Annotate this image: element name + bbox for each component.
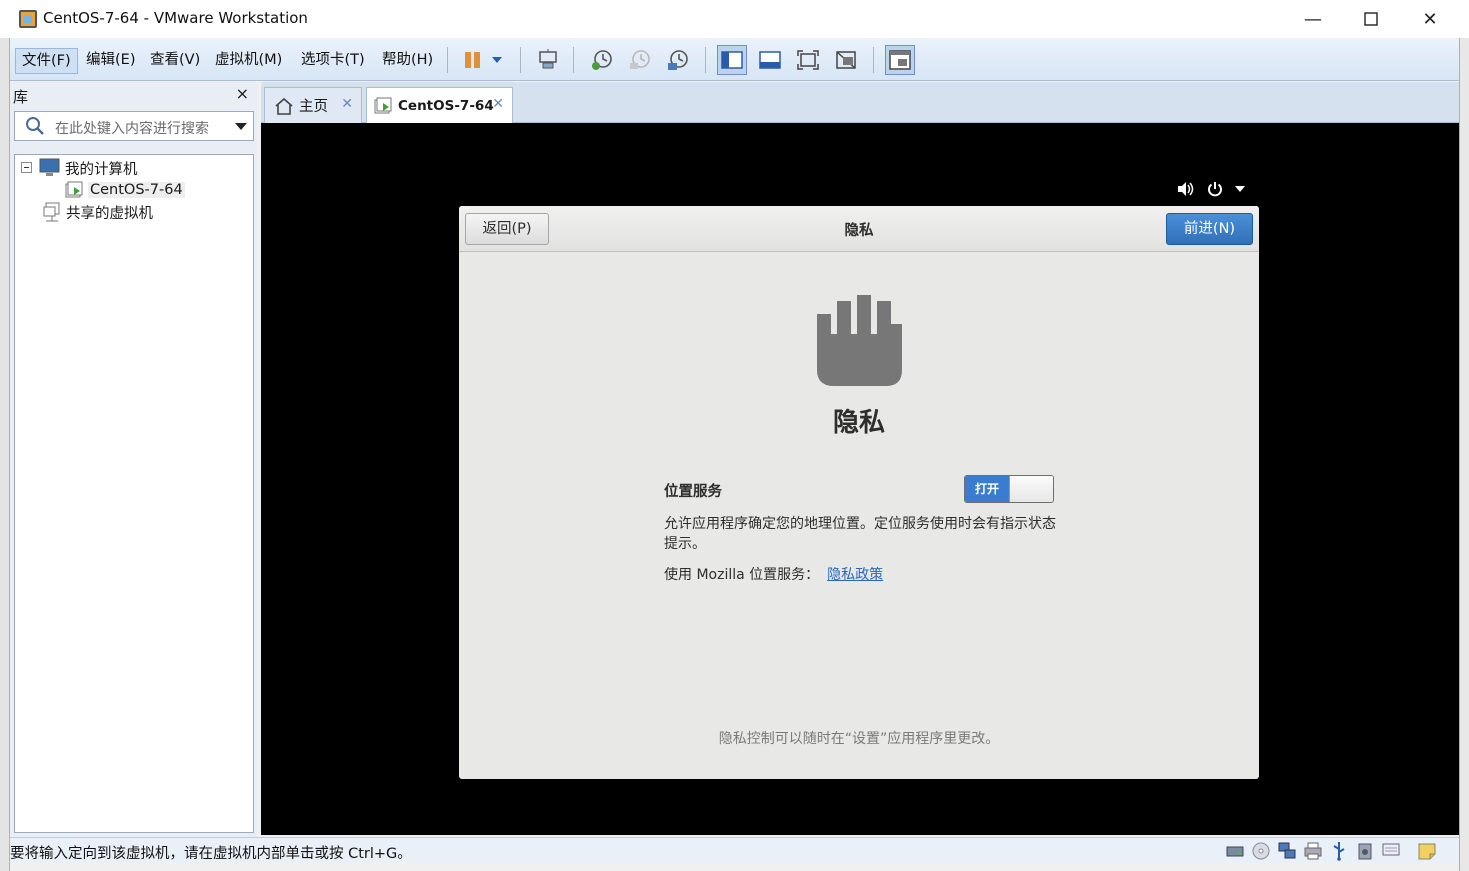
- tab-home[interactable]: 主页 ✕: [264, 87, 362, 123]
- tab-vm-close-icon[interactable]: ✕: [492, 96, 504, 112]
- toolbar-separator: [447, 47, 448, 73]
- menu-edit[interactable]: 编辑(E): [80, 48, 141, 74]
- left-window-edge: [0, 38, 10, 871]
- close-window-button[interactable]: ✕: [1401, 0, 1459, 38]
- toolbar-separator: [520, 47, 521, 73]
- console-view-icon[interactable]: [885, 45, 915, 75]
- menu-toolbar: 文件(F) 编辑(E) 查看(V) 虚拟机(M) 选项卡(T) 帮助(H): [10, 39, 1459, 81]
- mozilla-service-text: 使用 Mozilla 位置服务：: [664, 567, 820, 583]
- display-icon[interactable]: [1381, 841, 1401, 861]
- menu-help[interactable]: 帮助(H): [376, 48, 439, 74]
- sound-card-icon[interactable]: [1355, 841, 1375, 861]
- library-close-button[interactable]: ×: [236, 84, 249, 103]
- hard-disk-icon[interactable]: [1225, 841, 1245, 861]
- search-dropdown-icon[interactable]: [235, 123, 247, 131]
- system-menu-arrow-icon[interactable]: [1235, 186, 1245, 192]
- library-search-input[interactable]: 在此处键入内容进行搜索: [14, 111, 254, 141]
- menu-file[interactable]: 文件(F): [15, 48, 78, 74]
- minimize-button[interactable]: —: [1284, 0, 1342, 38]
- tree-item-my-computer[interactable]: 我的计算机: [21, 157, 138, 179]
- printer-icon[interactable]: [1303, 841, 1323, 861]
- computer-icon: [39, 158, 60, 176]
- location-services-switch[interactable]: 打开: [964, 475, 1054, 503]
- mozilla-service-line: 使用 Mozilla 位置服务： 隐私政策: [664, 564, 883, 584]
- toolbar-separator: [573, 47, 574, 73]
- status-message: 要将输入定向到该虚拟机，请在虚拟机内部单击或按 Ctrl+G。: [10, 846, 412, 862]
- collapse-icon[interactable]: [21, 162, 33, 174]
- toolbar-separator: [705, 47, 706, 73]
- unity-icon[interactable]: [831, 45, 861, 75]
- dialog-header: 返回(P) 隐私 前进(N): [459, 206, 1259, 252]
- home-icon: [275, 97, 293, 115]
- power-icon[interactable]: [1207, 181, 1223, 197]
- status-bar: 要将输入定向到该虚拟机，请在虚拟机内部单击或按 Ctrl+G。: [10, 837, 1459, 863]
- location-description: 允许应用程序确定您的地理位置。定位服务使用时会有指示状态提示。: [664, 516, 1056, 552]
- menu-tabs[interactable]: 选项卡(T): [295, 48, 371, 74]
- tab-strip: 主页 ✕ CentOS-7-64 ✕: [261, 82, 1459, 123]
- shared-vms-icon: [43, 202, 60, 222]
- network-adapter-icon[interactable]: [1277, 841, 1297, 861]
- cd-dvd-icon[interactable]: [1251, 841, 1271, 861]
- page-title: 隐私: [832, 408, 885, 438]
- dropdown-arrow-icon[interactable]: [487, 45, 507, 75]
- vm-running-icon: [65, 181, 83, 198]
- right-window-edge: [1459, 38, 1469, 871]
- library-tree: 我的计算机 CentOS-7-64 共享的虚拟机: [14, 154, 254, 833]
- privacy-policy-link[interactable]: 隐私政策: [827, 567, 883, 583]
- privacy-hand-icon: [817, 295, 902, 386]
- tree-item-shared-vms[interactable]: 共享的虚拟机: [43, 201, 153, 223]
- usb-icon[interactable]: [1329, 841, 1349, 861]
- maximize-icon: [1364, 12, 1378, 26]
- switch-on-label: 打开: [965, 476, 1009, 502]
- vmware-app-icon: [19, 10, 37, 28]
- tree-label-shared: 共享的虚拟机: [66, 205, 153, 222]
- tree-label-vm: CentOS-7-64: [88, 182, 185, 198]
- search-icon: [26, 117, 44, 135]
- menu-vm[interactable]: 虚拟机(M): [209, 48, 288, 74]
- snapshot-revert-icon[interactable]: [625, 45, 655, 75]
- device-icons: [1225, 841, 1437, 861]
- maximize-button[interactable]: [1342, 0, 1400, 38]
- vm-console[interactable]: 返回(P) 隐私 前进(N) 隐私 位置服务 打开 允许应用程序确定您的地理位置…: [261, 123, 1459, 835]
- tab-vm-label: CentOS-7-64: [398, 97, 494, 114]
- privacy-footer-note: 隐私控制可以随时在“设置”应用程序里更改。: [718, 731, 1000, 747]
- switch-knob[interactable]: [1009, 476, 1053, 502]
- notes-icon[interactable]: [1417, 841, 1437, 861]
- next-button[interactable]: 前进(N): [1166, 213, 1253, 245]
- pause-icon[interactable]: [458, 45, 488, 75]
- vmware-window: CentOS-7-64 - VMware Workstation — ✕ 文件(…: [0, 0, 1469, 871]
- library-view-icon[interactable]: [717, 45, 747, 75]
- window-title: CentOS-7-64 - VMware Workstation: [43, 9, 308, 27]
- snapshot-manager-icon[interactable]: [663, 45, 693, 75]
- tab-vm[interactable]: CentOS-7-64 ✕: [366, 87, 513, 123]
- title-bar: CentOS-7-64 - VMware Workstation — ✕: [0, 0, 1469, 38]
- tree-item-vm[interactable]: CentOS-7-64: [65, 179, 185, 201]
- send-ctrl-alt-del-icon[interactable]: [533, 45, 563, 75]
- vm-icon: [374, 97, 392, 113]
- privacy-dialog: 返回(P) 隐私 前进(N) 隐私 位置服务 打开 允许应用程序确定您的地理位置…: [459, 206, 1259, 779]
- toolbar-separator: [873, 47, 874, 73]
- menu-view[interactable]: 查看(V): [144, 48, 206, 74]
- dialog-title: 隐私: [844, 223, 874, 239]
- volume-icon[interactable]: [1177, 181, 1195, 197]
- thumbnail-bar-icon[interactable]: [755, 45, 785, 75]
- library-title: 库: [13, 88, 29, 106]
- library-pane: 库 × 在此处键入内容进行搜索 我的计算机 CentOS-7-64 共享的虚拟机: [10, 82, 257, 837]
- tab-home-label: 主页: [299, 99, 328, 115]
- search-placeholder: 在此处键入内容进行搜索: [55, 121, 209, 137]
- guest-top-bar: [1177, 181, 1245, 197]
- tab-home-close-icon[interactable]: ✕: [341, 96, 353, 112]
- fullscreen-icon[interactable]: [793, 45, 823, 75]
- snapshot-take-icon[interactable]: [587, 45, 617, 75]
- tree-label-my-computer: 我的计算机: [65, 161, 138, 178]
- location-services-label: 位置服务: [664, 484, 722, 500]
